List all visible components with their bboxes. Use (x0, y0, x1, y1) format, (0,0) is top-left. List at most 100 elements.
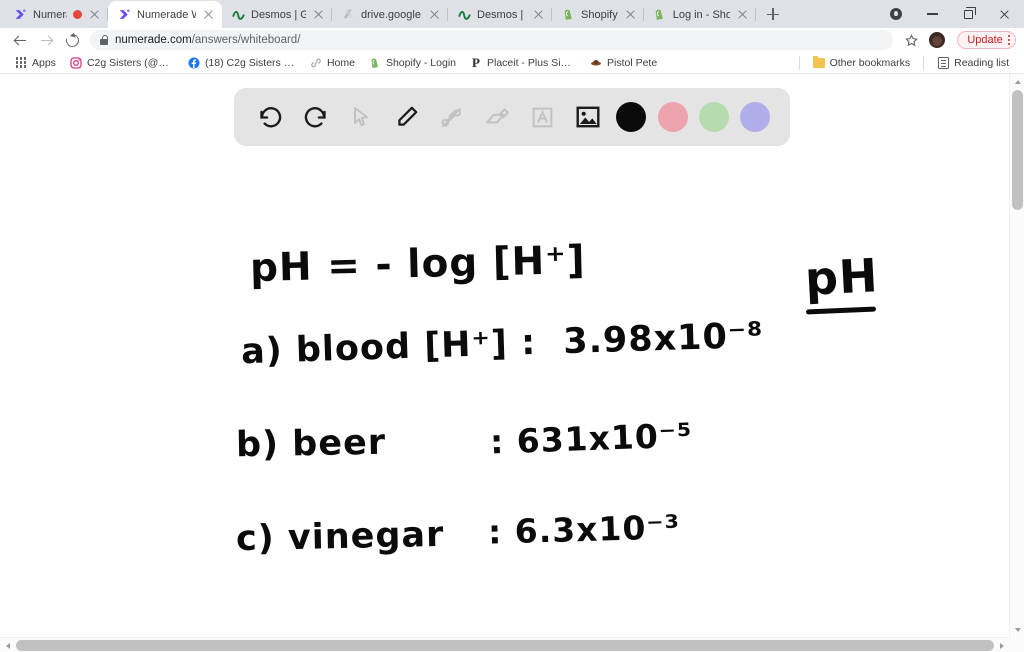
kebab-menu-icon[interactable] (1007, 35, 1010, 45)
tab-title: Desmos | Graphin (251, 8, 306, 21)
update-label: Update (967, 34, 1003, 46)
undo-icon[interactable] (254, 100, 288, 134)
update-button[interactable]: Update (957, 31, 1016, 49)
star-icon[interactable] (899, 28, 923, 52)
browser-tab-numerade-whiteboard[interactable]: Numerade Whiteb (108, 1, 222, 28)
bookmarks-bar-right: Other bookmarks Reading list (793, 54, 1016, 72)
bookmark-item-instagram[interactable]: C2g Sisters (@c2gsi... (63, 54, 181, 72)
color-purple-swatch[interactable] (740, 102, 771, 132)
ink-line-a-value: 3.98x10⁻⁸ (562, 315, 765, 363)
link-icon (310, 57, 322, 69)
tab-close-button[interactable] (624, 8, 637, 21)
color-green-swatch[interactable] (698, 102, 729, 132)
ink-line-c-label: c) vinegar (235, 514, 445, 560)
image-icon[interactable] (571, 100, 605, 134)
browser-tab-numerade[interactable]: Numerade (4, 1, 108, 28)
tab-close-button[interactable] (88, 8, 101, 21)
desmos-icon (457, 8, 471, 22)
browser-tab-shopify[interactable]: Shopify (552, 1, 644, 28)
tab-close-button[interactable] (428, 8, 441, 21)
close-icon[interactable] (986, 0, 1022, 28)
maximize-icon[interactable] (950, 0, 986, 28)
whiteboard-toolbar (234, 88, 790, 146)
tab-close-button[interactable] (736, 8, 749, 21)
cursor-icon[interactable] (344, 100, 378, 134)
horizontal-scrollbar-thumb[interactable] (16, 640, 994, 651)
apps-grid-icon (15, 57, 27, 69)
omnibox-bar: numerade.com/answers/whiteboard/ Update (0, 28, 1024, 52)
reading-list-button[interactable]: Reading list (930, 54, 1016, 72)
bookmark-item-home[interactable]: Home (303, 54, 362, 72)
new-tab-button[interactable] (760, 1, 786, 27)
scroll-left-button[interactable] (0, 638, 15, 652)
reading-list-icon (937, 56, 949, 69)
shopify-icon (369, 57, 381, 69)
scroll-up-button[interactable] (1010, 74, 1024, 89)
tab-strip: Numerade Numerade Whiteb Desmos | Graphi… (0, 0, 1024, 28)
divider (798, 55, 800, 70)
page-content: pH = - log [H⁺] a) blood [H⁺] : 3.98x10⁻… (0, 74, 1024, 652)
browser-tab-drive-google[interactable]: drive.google.com (332, 1, 448, 28)
bookmark-item-shopify-login[interactable]: Shopify - Login (362, 54, 463, 72)
bookmark-label: Apps (32, 56, 56, 69)
lock-icon (100, 35, 109, 45)
tab-close-button[interactable] (532, 8, 545, 21)
bookmark-label: Shopify - Login (385, 56, 456, 69)
tab-title: Log in - Shopify (672, 8, 730, 21)
browser-tab-desmos-matrix[interactable]: Desmos | Matrix (448, 1, 552, 28)
whiteboard-canvas[interactable]: pH = - log [H⁺] a) blood [H⁺] : 3.98x10⁻… (0, 74, 1009, 637)
tab-title: Shopify (581, 8, 618, 21)
ink-line-b-label: b) beer (235, 422, 387, 466)
bookmark-item-placeit[interactable]: P Placeit - Plus Size T... (463, 54, 583, 72)
recording-indicator-icon (73, 10, 82, 19)
text-icon[interactable] (526, 100, 560, 134)
color-pink-swatch[interactable] (657, 102, 688, 132)
numerade-icon (13, 8, 27, 22)
tab-list: Numerade Numerade Whiteb Desmos | Graphi… (4, 0, 756, 28)
scroll-right-button[interactable] (994, 638, 1009, 652)
avatar[interactable] (925, 28, 949, 52)
minimize-icon[interactable] (914, 0, 950, 28)
bookmark-label: C2g Sisters (@c2gsi... (86, 56, 174, 69)
address-bar[interactable]: numerade.com/answers/whiteboard/ (90, 30, 894, 50)
tab-close-button[interactable] (312, 8, 325, 21)
shopify-icon (653, 8, 667, 22)
forward-arrow-icon[interactable] (34, 28, 58, 52)
extension-circle-icon[interactable] (878, 0, 914, 28)
eraser-icon[interactable] (480, 100, 514, 134)
ink-heading-underline (805, 306, 877, 315)
vertical-scrollbar-thumb[interactable] (1012, 90, 1023, 210)
ink-line-b-value: : 631x10⁻⁵ (489, 415, 694, 462)
bookmark-label: Reading list (954, 56, 1009, 69)
scroll-down-button[interactable] (1010, 622, 1024, 637)
tab-title: Numerade Whiteb (137, 8, 196, 21)
shopify-icon (561, 8, 575, 22)
browser-tab-login-shopify[interactable]: Log in - Shopify (644, 1, 756, 28)
reload-icon[interactable] (60, 28, 84, 52)
url-domain: numerade.com (115, 34, 192, 46)
pencil-icon[interactable] (390, 100, 424, 134)
back-arrow-icon[interactable] (8, 28, 32, 52)
tab-title: Numerade (33, 8, 67, 21)
other-bookmarks-button[interactable]: Other bookmarks (806, 54, 918, 72)
ink-line-a: a) blood [H⁺] : 3.98x10⁻⁸ (241, 316, 765, 372)
pistolpete-icon (590, 57, 602, 69)
tab-close-button[interactable] (202, 8, 215, 21)
scissors-icon[interactable] (435, 100, 469, 134)
bookmark-apps[interactable]: Apps (8, 54, 63, 72)
horizontal-scrollbar[interactable] (0, 637, 1024, 652)
bookmark-item-facebook[interactable]: (18) C2g Sisters - H... (181, 54, 303, 72)
ink-line-c-value: : 6.3x10⁻³ (487, 507, 681, 552)
google-drive-icon (341, 8, 355, 22)
vertical-scrollbar[interactable] (1009, 74, 1024, 637)
url-text: numerade.com/answers/whiteboard/ (115, 34, 300, 46)
ink-heading-ph: pH (803, 248, 880, 306)
divider (923, 55, 925, 70)
browser-tab-desmos-graphing[interactable]: Desmos | Graphin (222, 1, 332, 28)
redo-icon[interactable] (299, 100, 333, 134)
bookmark-label: Home (326, 56, 355, 69)
bookmark-item-pistol-pete[interactable]: Pistol Pete (583, 54, 664, 72)
url-path: /answers/whiteboard/ (191, 34, 301, 46)
color-black-swatch[interactable] (616, 102, 647, 132)
ink-line-a-label: a) blood [H⁺] : (240, 322, 537, 373)
